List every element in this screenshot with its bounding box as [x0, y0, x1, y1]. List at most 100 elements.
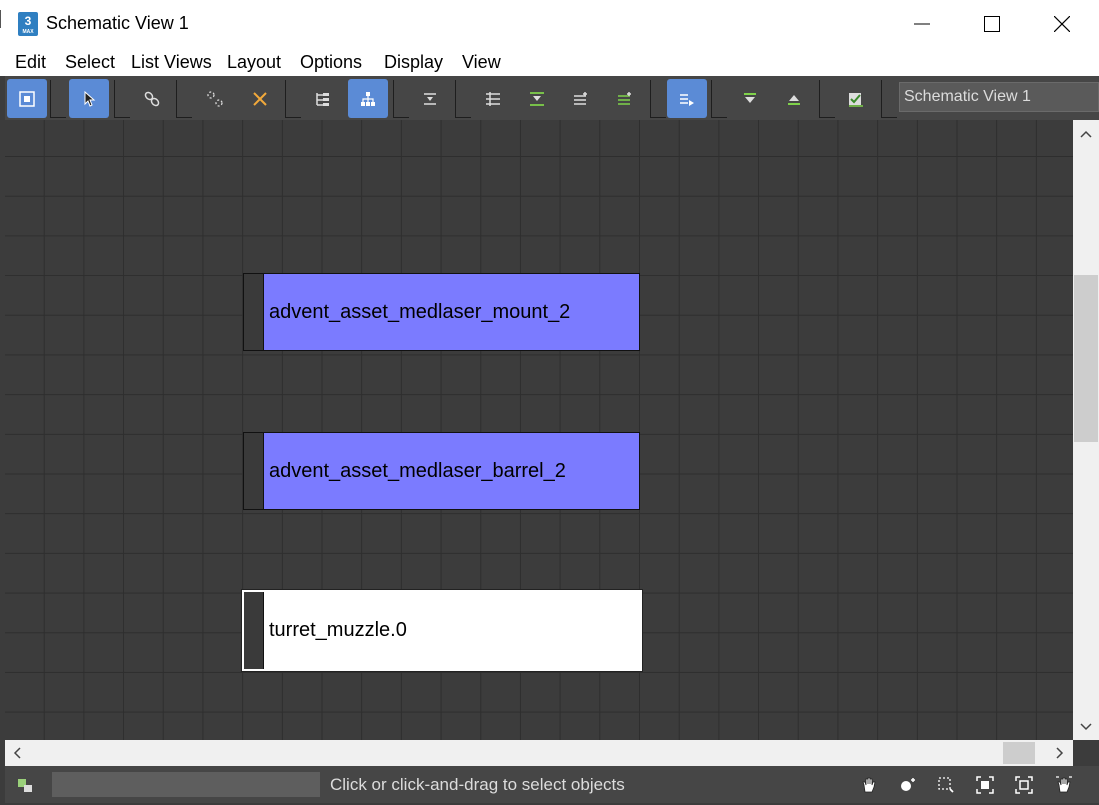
cursor-arrow-icon	[84, 90, 96, 107]
pan-selected-icon	[1056, 776, 1072, 793]
free-selected-button[interactable]	[605, 79, 645, 118]
schematic-node[interactable]: advent_asset_medlaser_mount_2	[243, 273, 640, 351]
scroll-right-button[interactable]	[1048, 743, 1072, 763]
hand-icon	[862, 777, 876, 793]
toolbar-separator	[176, 80, 192, 118]
tree-graph-icon	[361, 91, 375, 106]
unlink-icon	[207, 90, 223, 107]
references-mode-button[interactable]	[348, 79, 388, 118]
hierarchy-mode-button[interactable]	[303, 79, 343, 118]
chain-link-icon	[144, 91, 160, 106]
close-button[interactable]	[1028, 0, 1096, 47]
app-logo-text: 3	[24, 14, 32, 28]
scroll-down-button[interactable]	[1074, 717, 1098, 737]
green-arrange-icon	[530, 91, 544, 106]
schematic-view-name-input[interactable]	[899, 82, 1099, 112]
schematic-node-selected[interactable]: turret_muzzle.0	[241, 589, 643, 672]
zoom-region-button[interactable]	[935, 774, 957, 796]
collapse-up-icon	[788, 94, 800, 105]
maximize-button[interactable]	[958, 0, 1026, 47]
chevron-down-icon	[1080, 723, 1092, 731]
toolbar-separator	[650, 80, 666, 118]
minimize-icon	[914, 23, 930, 24]
zoom-extents-icon	[976, 776, 994, 794]
vertical-scroll-thumb[interactable]	[1074, 275, 1098, 442]
collapse-selected-button[interactable]	[774, 79, 814, 118]
toolbar	[5, 76, 1099, 120]
app-logo-subtext: MAX	[22, 29, 34, 35]
status-view-icon[interactable]	[14, 774, 36, 796]
display-floater-button[interactable]	[7, 79, 47, 118]
app-logo-icon: 3 MAX	[18, 12, 38, 36]
always-arrange-button[interactable]	[410, 79, 450, 118]
free-all-icon	[574, 91, 587, 105]
window-title: Schematic View 1	[46, 13, 189, 33]
delete-x-icon	[253, 91, 267, 106]
arrange-icon	[424, 92, 436, 105]
schematic-node[interactable]: advent_asset_medlaser_barrel_2	[243, 432, 640, 510]
checkbox-check-icon	[849, 92, 863, 107]
node-handle[interactable]	[244, 274, 264, 350]
menu-edit[interactable]: Edit	[15, 52, 46, 73]
menu-view[interactable]: View	[462, 52, 501, 73]
scroll-up-button[interactable]	[1074, 124, 1098, 144]
status-input-field[interactable]	[52, 772, 320, 797]
select-tool-button[interactable]	[69, 79, 109, 118]
toolbar-separator	[711, 80, 727, 118]
toolbar-separator	[393, 80, 409, 118]
node-label: turret_muzzle.0	[269, 619, 407, 641]
horizontal-scrollbar[interactable]	[5, 740, 1073, 766]
menu-bar: Edit Select List Views Layout Options Di…	[0, 47, 1099, 76]
toolbar-separator	[881, 80, 897, 118]
menu-display[interactable]: Display	[384, 52, 443, 73]
display-floater-icon	[19, 90, 35, 107]
zoom-button[interactable]	[897, 774, 919, 796]
window-edge	[0, 10, 4, 28]
connect-button[interactable]	[132, 79, 172, 118]
node-handle[interactable]	[244, 592, 264, 669]
schematic-node-icon	[18, 779, 32, 792]
title-bar: 3 MAX Schematic View 1	[0, 0, 1099, 47]
chevron-up-icon	[1080, 130, 1092, 138]
horizontal-scroll-thumb[interactable]	[1003, 742, 1035, 764]
toolbar-separator	[455, 80, 471, 118]
close-icon	[1054, 15, 1070, 32]
zoom-extents-selected-icon	[1015, 776, 1033, 794]
toolbar-separator	[114, 80, 130, 118]
arrange-children-button[interactable]	[473, 79, 513, 118]
preferences-button[interactable]	[836, 79, 876, 118]
hierarchy-list-icon	[316, 92, 329, 106]
unlink-selected-button[interactable]	[195, 79, 235, 118]
node-label: advent_asset_medlaser_mount_2	[269, 300, 571, 323]
pan-to-selected-button[interactable]	[1053, 774, 1075, 796]
vertical-scrollbar[interactable]	[1073, 120, 1099, 740]
move-children-button[interactable]	[667, 79, 707, 118]
menu-options[interactable]: Options	[300, 52, 362, 73]
status-message: Click or click-and-drag to select object…	[330, 775, 625, 794]
chevron-right-icon	[1056, 747, 1064, 759]
maximize-icon	[984, 15, 1000, 32]
status-bar: Click or click-and-drag to select object…	[5, 766, 1099, 803]
node-handle[interactable]	[244, 433, 264, 509]
chevron-left-icon	[13, 747, 21, 759]
menu-list-views[interactable]: List Views	[131, 52, 212, 73]
toolbar-separator	[819, 80, 835, 118]
zoom-extents-selected-button[interactable]	[1013, 774, 1035, 796]
pan-button[interactable]	[858, 774, 880, 796]
free-selected-icon	[618, 91, 631, 105]
minimize-button[interactable]	[888, 0, 956, 47]
menu-select[interactable]: Select	[65, 52, 115, 73]
zoom-extents-button[interactable]	[974, 774, 996, 796]
zoom-icon	[901, 778, 915, 791]
move-children-icon	[680, 93, 694, 106]
menu-layout[interactable]: Layout	[227, 52, 281, 73]
free-all-button[interactable]	[561, 79, 601, 118]
schematic-canvas[interactable]: advent_asset_medlaser_mount_2 advent_ass…	[5, 120, 1073, 740]
expand-down-icon	[744, 92, 756, 103]
delete-objects-button[interactable]	[240, 79, 280, 118]
scroll-left-button[interactable]	[5, 743, 29, 763]
expand-selected-button[interactable]	[730, 79, 770, 118]
align-lines-icon	[486, 91, 500, 106]
toolbar-separator	[50, 80, 66, 118]
arrange-selected-button[interactable]	[517, 79, 557, 118]
